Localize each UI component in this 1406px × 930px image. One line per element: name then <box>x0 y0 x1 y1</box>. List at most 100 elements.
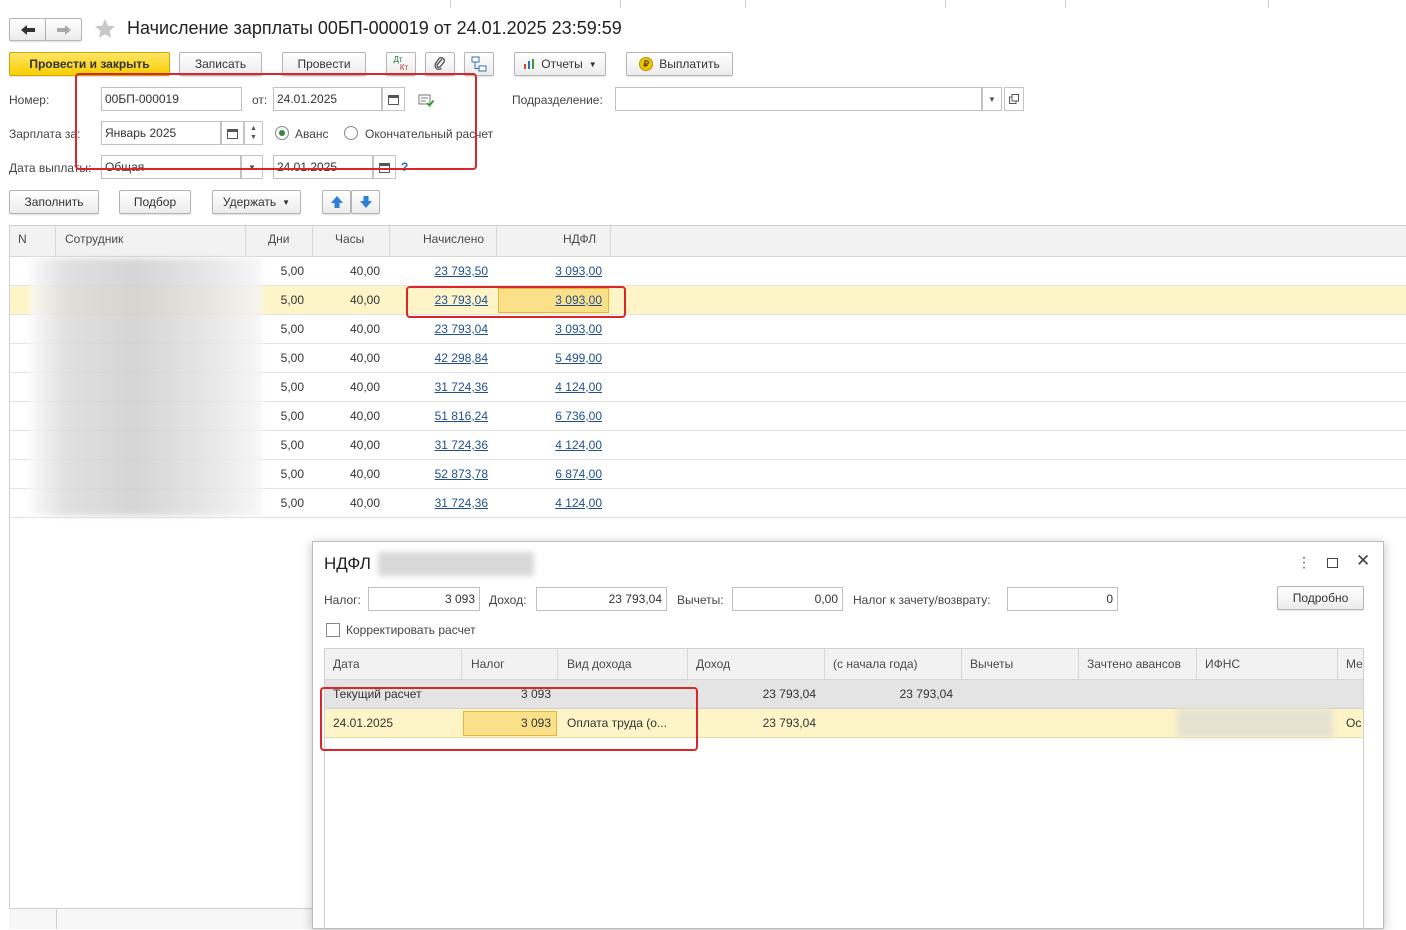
col-header-income[interactable]: Доход <box>696 657 730 671</box>
col-header-advances[interactable]: Зачтено авансов <box>1087 657 1181 671</box>
arrow-left-icon <box>20 24 35 35</box>
row-days: 5,00 <box>280 496 304 510</box>
row-hours: 40,00 <box>349 264 380 278</box>
row-ndfl[interactable]: 4 124,00 <box>505 496 602 510</box>
row-ytd: 23 793,04 <box>899 687 953 701</box>
col-header-date[interactable]: Дата <box>333 657 360 671</box>
move-down-button[interactable] <box>351 190 380 214</box>
adjust-checkbox[interactable] <box>326 623 340 637</box>
close-icon[interactable]: ✕ <box>1356 551 1370 571</box>
page-title: Начисление зарплаты 00БП-000019 от 24.01… <box>127 18 622 38</box>
row-hours: 40,00 <box>349 380 380 394</box>
arrow-down-icon <box>359 196 372 208</box>
col-header-deductions[interactable]: Вычеты <box>970 657 1013 671</box>
col-header-ytd[interactable]: (с начала года) <box>833 657 918 671</box>
row-more: Ос <box>1346 716 1362 730</box>
row-hours: 40,00 <box>349 496 380 510</box>
forward-button[interactable] <box>45 18 82 41</box>
row-income: 23 793,04 <box>762 687 816 701</box>
deductions-field[interactable]: 0,00 <box>732 587 843 611</box>
hierarchy-icon <box>471 56 487 72</box>
highlight-ndfl-rows <box>320 687 698 751</box>
income-field[interactable]: 23 793,04 <box>536 587 667 611</box>
row-ndfl[interactable]: 4 124,00 <box>505 380 602 394</box>
details-button[interactable]: Подробно <box>1277 586 1364 610</box>
col-header-ndfl[interactable]: НДФЛ <box>563 232 596 246</box>
deductions-label: Вычеты: <box>677 593 724 607</box>
row-hours: 40,00 <box>349 467 380 481</box>
division-dropdown-button[interactable]: ▼ <box>982 87 1002 111</box>
row-days: 5,00 <box>280 293 304 307</box>
row-ndfl[interactable]: 5 499,00 <box>505 351 602 365</box>
pay-button[interactable]: ₽ Выплатить <box>626 52 733 76</box>
row-ndfl[interactable]: 4 124,00 <box>505 438 602 452</box>
arrow-right-icon <box>56 24 71 35</box>
row-hours: 40,00 <box>349 438 380 452</box>
col-header-tax[interactable]: Налог <box>471 657 505 671</box>
maximize-icon[interactable] <box>1327 558 1338 568</box>
ruble-coin-icon: ₽ <box>639 57 654 71</box>
salary-for-label: Зарплата за: <box>9 127 81 141</box>
adjust-label: Корректировать расчет <box>346 623 476 637</box>
pick-button[interactable]: Подбор <box>119 190 191 214</box>
row-ndfl[interactable]: 6 736,00 <box>505 409 602 423</box>
row-hours: 40,00 <box>349 293 380 307</box>
row-accrued[interactable]: 42 298,84 <box>395 351 488 365</box>
pay-label: Выплатить <box>659 57 720 71</box>
row-days: 5,00 <box>280 322 304 336</box>
arrow-up-icon <box>330 196 343 208</box>
division-label: Подразделение: <box>512 93 603 107</box>
employee-names-redacted <box>30 258 262 516</box>
row-accrued[interactable]: 31 724,36 <box>395 438 488 452</box>
row-ndfl[interactable]: 3 093,00 <box>505 264 602 278</box>
division-open-button[interactable] <box>1004 87 1024 111</box>
col-header-more[interactable]: Ме <box>1346 657 1363 671</box>
ndfl-dialog: НДФЛ ⋮ ✕ Налог: 3 093 Доход: 23 793,04 В… <box>312 541 1384 930</box>
col-header-days[interactable]: Дни <box>268 232 289 246</box>
favorite-star-icon[interactable] <box>93 17 117 44</box>
row-days: 5,00 <box>280 380 304 394</box>
back-button[interactable] <box>9 18 46 41</box>
dialog-title: НДФЛ <box>324 554 371 573</box>
row-hours: 40,00 <box>349 409 380 423</box>
row-accrued[interactable]: 51 816,24 <box>395 409 488 423</box>
reports-label: Отчеты <box>541 57 583 71</box>
col-header-employee[interactable]: Сотрудник <box>65 232 123 246</box>
row-ndfl[interactable]: 6 874,00 <box>505 467 602 481</box>
fill-button[interactable]: Заполнить <box>9 190 99 214</box>
division-field[interactable] <box>615 87 982 111</box>
col-header-n[interactable]: N <box>18 232 27 246</box>
chevron-down-icon: ▼ <box>282 197 291 207</box>
col-header-income-type[interactable]: Вид дохода <box>567 657 632 671</box>
row-accrued[interactable]: 52 873,78 <box>395 467 488 481</box>
col-header-accrued[interactable]: Начислено <box>423 232 484 246</box>
withhold-button[interactable]: Удержать ▼ <box>212 190 301 214</box>
open-window-icon <box>1009 94 1019 104</box>
col-header-hours[interactable]: Часы <box>335 232 364 246</box>
row-accrued[interactable]: 31 724,36 <box>395 496 488 510</box>
row-accrued[interactable]: 23 793,50 <box>395 264 488 278</box>
reports-button[interactable]: Отчеты ▼ <box>514 52 606 76</box>
row-days: 5,00 <box>280 438 304 452</box>
row-income: 23 793,04 <box>762 716 816 730</box>
kt-label: Кт <box>399 63 409 72</box>
chevron-down-icon: ▼ <box>588 59 597 69</box>
row-ndfl[interactable]: 3 093,00 <box>505 322 602 336</box>
number-label: Номер: <box>9 93 50 107</box>
tax-label: Налог: <box>324 593 361 607</box>
ifns-redacted <box>1177 709 1333 738</box>
paperclip-icon <box>434 56 445 71</box>
report-chart-icon <box>524 59 535 69</box>
more-icon[interactable]: ⋮ <box>1297 554 1311 571</box>
highlight-header-fields <box>75 73 477 170</box>
row-accrued[interactable]: 23 793,04 <box>395 322 488 336</box>
highlight-selected-row <box>406 286 626 318</box>
row-accrued[interactable]: 31 724,36 <box>395 380 488 394</box>
move-up-button[interactable] <box>322 190 351 214</box>
row-days: 5,00 <box>280 467 304 481</box>
offset-label: Налог к зачету/возврату: <box>853 593 991 607</box>
tax-field[interactable]: 3 093 <box>368 587 480 611</box>
row-days: 5,00 <box>280 264 304 278</box>
col-header-ifns[interactable]: ИФНС <box>1205 657 1240 671</box>
offset-field[interactable]: 0 <box>1007 587 1118 611</box>
